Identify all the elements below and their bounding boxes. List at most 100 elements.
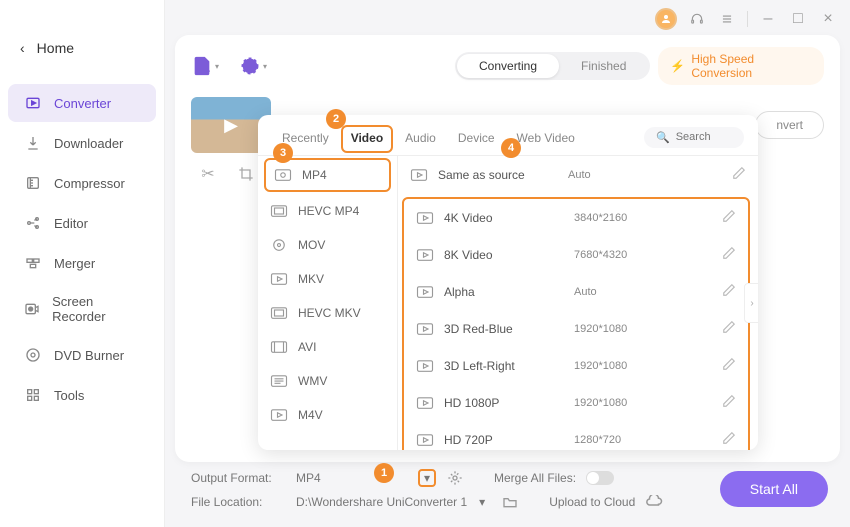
format-search[interactable]: 🔍 (644, 127, 744, 148)
headset-icon[interactable] (687, 9, 707, 29)
cloud-icon[interactable] (645, 493, 663, 511)
format-type-label: MOV (298, 238, 325, 252)
preset-name: HD 1080P (444, 396, 574, 410)
preset-resolution: Auto (568, 169, 591, 181)
format-preset[interactable]: 8K Video 7680*4320 (404, 236, 748, 273)
sidebar-item-tools[interactable]: Tools (8, 376, 156, 414)
format-tab-device[interactable]: Device (448, 125, 505, 155)
sidebar: ‹ Home Converter Downloader Compressor E… (0, 0, 165, 527)
format-type-mkv[interactable]: MKV (258, 262, 397, 296)
format-type-m4v[interactable]: M4V (258, 398, 397, 432)
preset-resolution: Auto (574, 286, 597, 298)
search-input[interactable] (676, 131, 736, 143)
format-type-label: MKV (298, 272, 324, 286)
sidebar-item-merger[interactable]: Merger (8, 244, 156, 282)
output-format-dropdown-icon[interactable]: ▾ (418, 469, 436, 487)
add-url-button[interactable]: ▾ (239, 52, 267, 80)
trim-icon[interactable]: ✂ (197, 163, 219, 185)
format-type-label: MP4 (302, 168, 327, 182)
format-tab-audio[interactable]: Audio (395, 125, 446, 155)
start-all-button[interactable]: Start All (720, 471, 828, 507)
preset-name: Same as source (438, 168, 568, 182)
convert-button[interactable]: nvert (755, 111, 824, 139)
preset-icon (416, 322, 434, 336)
titlebar: – □ × (655, 8, 838, 30)
annotation-2: 2 (326, 109, 346, 129)
record-icon (24, 300, 40, 318)
file-location-label: File Location: (191, 495, 286, 509)
back-home[interactable]: ‹ Home (0, 30, 164, 66)
format-preset[interactable]: 3D Left-Right 1920*1080 (404, 347, 748, 384)
annotation-1: 1 (374, 463, 394, 483)
preset-icon (416, 285, 434, 299)
format-tab-video[interactable]: Video (341, 125, 393, 153)
folder-open-icon[interactable] (501, 493, 519, 511)
preset-icon (416, 248, 434, 262)
format-type-hevc-mkv[interactable]: HEVC MKV (258, 296, 397, 330)
settings-icon[interactable] (446, 469, 464, 487)
sidebar-item-label: Editor (54, 216, 88, 231)
preset-resolution: 1920*1080 (574, 360, 627, 372)
close-button[interactable]: × (818, 9, 838, 29)
menu-icon[interactable] (717, 9, 737, 29)
preset-name: 3D Red-Blue (444, 322, 574, 336)
format-preset[interactable]: Alpha Auto (404, 273, 748, 310)
sidebar-item-label: Tools (54, 388, 84, 403)
preset-edit-icon[interactable] (722, 394, 736, 411)
sidebar-item-downloader[interactable]: Downloader (8, 124, 156, 162)
merge-toggle[interactable] (586, 471, 614, 485)
format-preset[interactable]: 4K Video 3840*2160 (404, 199, 748, 236)
high-speed-conversion[interactable]: ⚡ High Speed Conversion (658, 47, 824, 85)
preset-resolution: 1920*1080 (574, 397, 627, 409)
video-file-icon (270, 238, 288, 252)
preset-edit-icon[interactable] (722, 320, 736, 337)
preset-icon (416, 396, 434, 410)
format-preset[interactable]: HD 1080P 1920*1080 (404, 384, 748, 421)
minimize-button[interactable]: – (758, 9, 778, 29)
preset-edit-icon[interactable] (732, 166, 746, 183)
video-file-icon (270, 340, 288, 354)
output-format-select[interactable]: MP4 ▾ (296, 469, 436, 487)
format-type-hevc-mp4[interactable]: HEVC MP4 (258, 194, 397, 228)
format-preset[interactable]: Same as source Auto (398, 156, 758, 193)
add-file-button[interactable]: + ▾ (191, 52, 219, 80)
status-tabs: Converting Finished (455, 52, 650, 80)
sidebar-item-editor[interactable]: Editor (8, 204, 156, 242)
file-location-dropdown-icon[interactable]: ▾ (473, 493, 491, 511)
preset-icon (410, 168, 428, 182)
collapse-panel-icon[interactable]: › (744, 283, 758, 323)
sidebar-item-label: Downloader (54, 136, 123, 151)
preset-edit-icon[interactable] (722, 209, 736, 226)
format-preset[interactable]: 3D Red-Blue 1920*1080 (404, 310, 748, 347)
preset-edit-icon[interactable] (722, 246, 736, 263)
maximize-button[interactable]: □ (788, 9, 808, 29)
tab-converting[interactable]: Converting (457, 54, 559, 78)
crop-icon[interactable] (235, 163, 257, 185)
compress-icon (24, 174, 42, 192)
preset-resolution: 7680*4320 (574, 249, 627, 261)
sidebar-item-converter[interactable]: Converter (8, 84, 156, 122)
sidebar-item-label: DVD Burner (54, 348, 124, 363)
preset-edit-icon[interactable] (722, 431, 736, 448)
sidebar-item-dvd-burner[interactable]: DVD Burner (8, 336, 156, 374)
preset-edit-icon[interactable] (722, 357, 736, 374)
chevron-down-icon: ▾ (215, 62, 219, 71)
format-preset[interactable]: HD 720P 1280*720 (404, 421, 748, 450)
tools-icon (24, 386, 42, 404)
format-type-mov[interactable]: MOV (258, 228, 397, 262)
format-type-wmv[interactable]: WMV (258, 364, 397, 398)
tab-finished[interactable]: Finished (559, 54, 648, 78)
preset-name: HD 720P (444, 433, 574, 447)
sidebar-item-screen-recorder[interactable]: Screen Recorder (8, 284, 156, 334)
merge-label: Merge All Files: (494, 471, 576, 485)
preset-edit-icon[interactable] (722, 283, 736, 300)
edit-icon (24, 214, 42, 232)
video-file-icon (270, 408, 288, 422)
format-type-avi[interactable]: AVI (258, 330, 397, 364)
avatar[interactable] (655, 8, 677, 30)
file-location-select[interactable]: D:\Wondershare UniConverter 1 ▾ (296, 493, 491, 511)
sidebar-item-compressor[interactable]: Compressor (8, 164, 156, 202)
video-file-icon (270, 306, 288, 320)
format-type-mp4[interactable]: MP4 (264, 158, 391, 192)
chevron-down-icon: ▾ (263, 62, 267, 71)
